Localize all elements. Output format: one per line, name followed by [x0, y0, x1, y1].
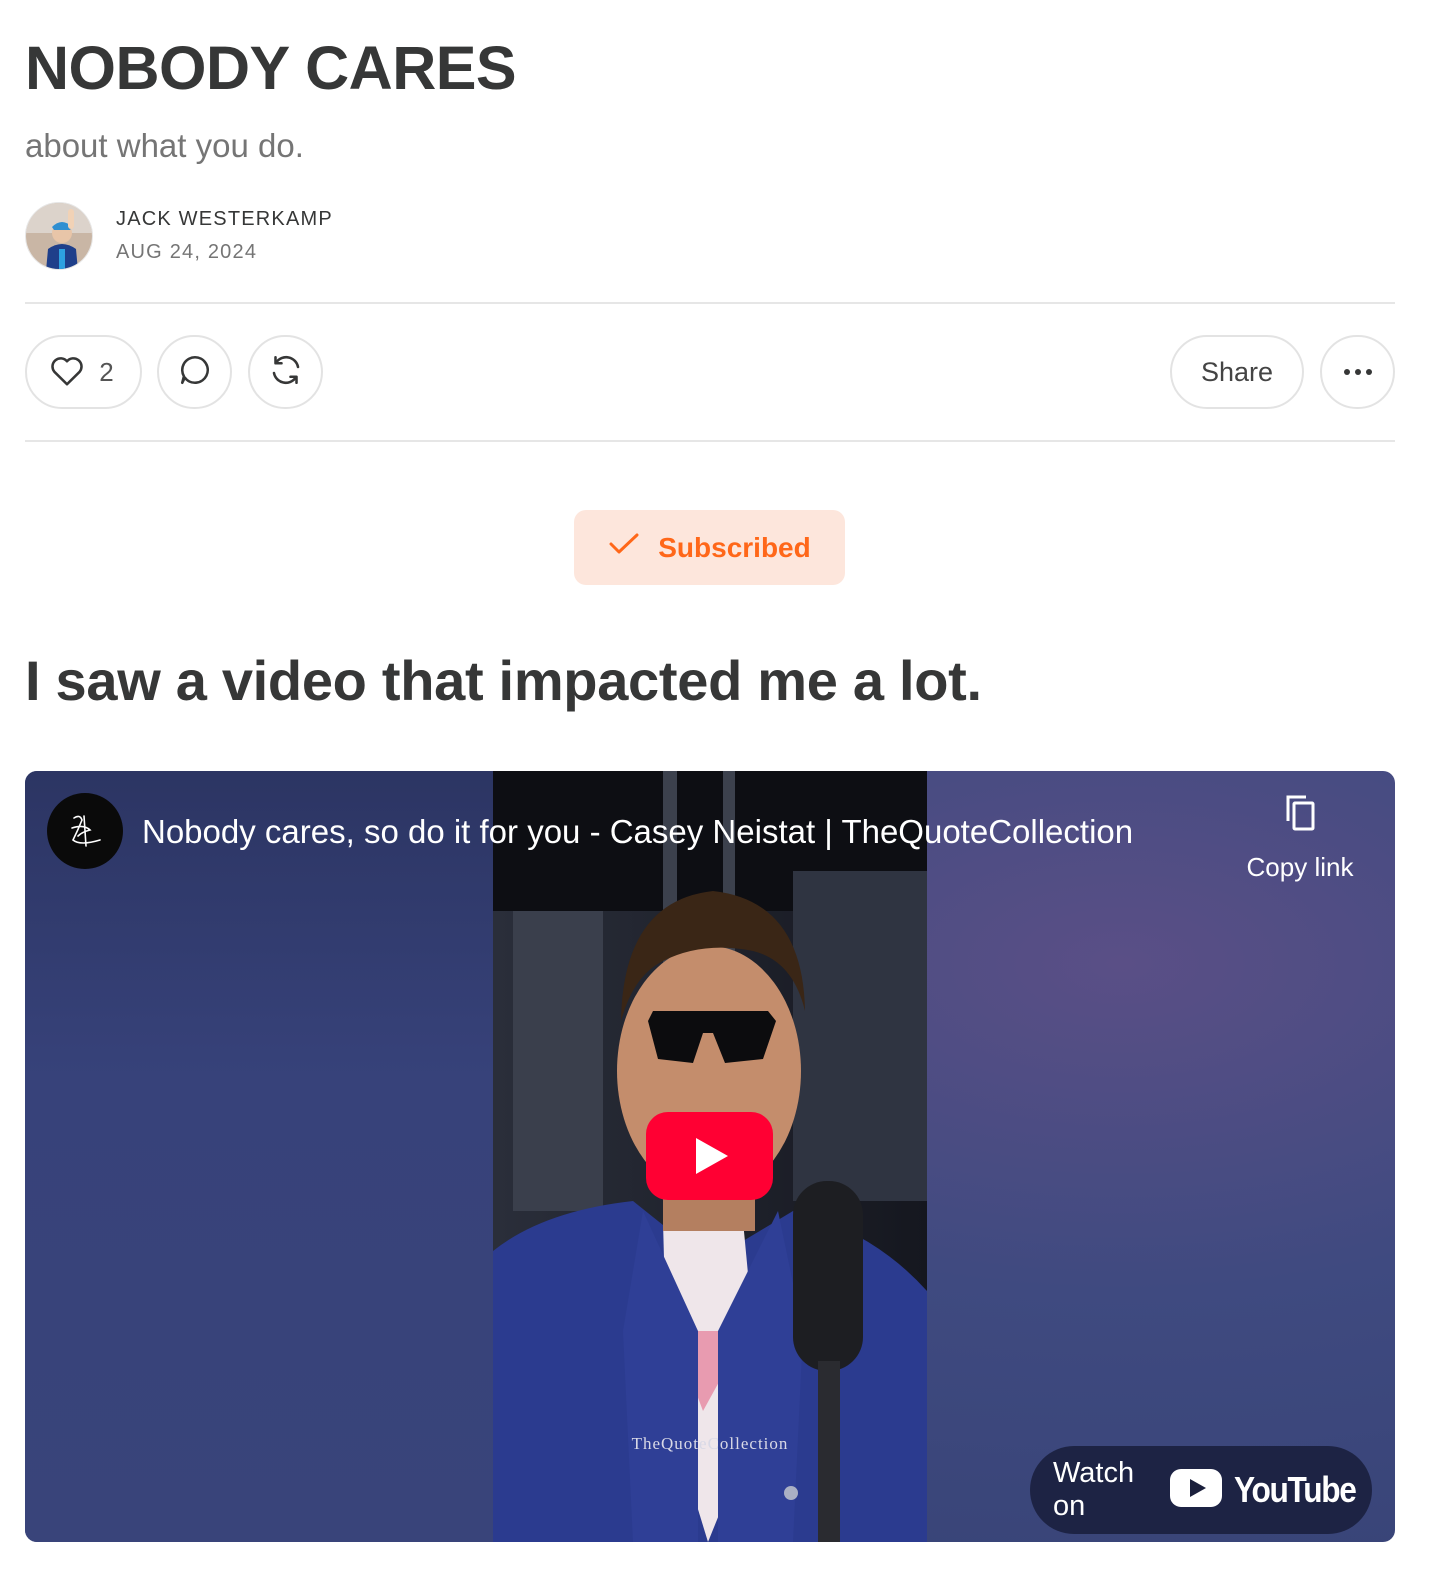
restack-icon [268, 352, 304, 393]
subscribed-button[interactable]: Subscribed [574, 510, 845, 585]
more-icon [1342, 363, 1374, 381]
heart-icon [49, 353, 85, 392]
body-heading: I saw a video that impacted me a lot. [25, 649, 982, 712]
youtube-logo-icon [1169, 1468, 1222, 1512]
subscribed-label: Subscribed [658, 531, 811, 563]
comment-button[interactable] [157, 335, 232, 409]
youtube-embed[interactable]: TheQuoteCollection Nobody cares, so do i… [25, 771, 1395, 1542]
restack-button[interactable] [248, 335, 323, 409]
youtube-wordmark: YouTube [1233, 1469, 1357, 1510]
comment-icon [177, 352, 213, 393]
byline: JACK WESTERKAMP AUG 24, 2024 [25, 202, 333, 270]
watch-on-youtube-button[interactable]: Watch on YouTube [1030, 1446, 1372, 1534]
post-title: NOBODY CARES [25, 34, 517, 102]
check-icon [608, 531, 640, 564]
divider [25, 440, 1395, 442]
like-button[interactable]: 2 [25, 335, 142, 409]
video-backdrop [25, 771, 495, 1542]
like-count: 2 [99, 356, 114, 387]
copy-link-button[interactable]: Copy link [1240, 793, 1360, 883]
copy-link-label: Copy link [1246, 852, 1354, 882]
post-subtitle: about what you do. [25, 127, 304, 164]
more-options-button[interactable] [1320, 335, 1395, 409]
author-name[interactable]: JACK WESTERKAMP [116, 208, 333, 231]
watch-on-label: Watch on [1053, 1457, 1135, 1522]
video-title[interactable]: Nobody cares, so do it for you - Casey N… [142, 811, 1133, 853]
post-date: AUG 24, 2024 [116, 241, 258, 263]
video-watermark: TheQuoteCollection [631, 1434, 789, 1453]
divider [25, 302, 1395, 304]
author-avatar[interactable] [25, 202, 93, 270]
play-button[interactable] [646, 1112, 773, 1200]
copy-icon [1282, 793, 1318, 840]
share-button[interactable]: Share [1170, 335, 1304, 409]
channel-avatar[interactable] [47, 793, 123, 869]
